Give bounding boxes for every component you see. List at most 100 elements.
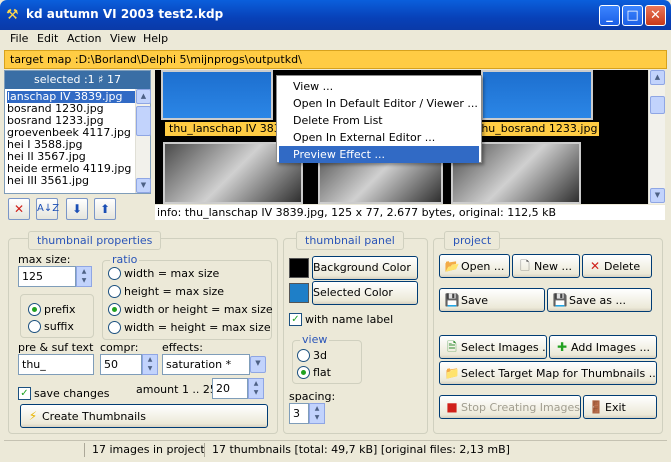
context-item-view[interactable]: View ... <box>279 78 479 95</box>
view-label: view <box>300 333 330 346</box>
view-flat-label: flat <box>313 366 331 379</box>
status-images-count: 17 images in project <box>92 443 205 456</box>
target-map-icon: 📁 <box>444 366 460 380</box>
compr-input[interactable]: 50 <box>100 354 142 375</box>
plus-icon: ✚ <box>556 340 568 354</box>
amount-input[interactable]: 20 <box>212 378 248 399</box>
pre-suf-input[interactable]: thu_ <box>18 354 94 375</box>
create-thumbnails-label: Create Thumbnails <box>42 410 146 423</box>
save-as-icon: 💾 <box>552 293 568 307</box>
preview-scrollbar[interactable]: ▲ ▼ <box>648 70 665 204</box>
exit-label: Exit <box>605 401 626 414</box>
create-thumbnails-button[interactable]: ⚡ Create Thumbnails <box>20 404 268 428</box>
select-target-map-label: Select Target Map for Thumbnails ... <box>461 367 657 380</box>
stop-label: Stop Creating Images <box>461 401 580 414</box>
save-button[interactable]: 💾 Save <box>439 288 545 312</box>
chevron-down-icon[interactable]: ▼ <box>250 356 266 373</box>
status-bar: 17 images in project 17 thumbnails [tota… <box>4 440 667 458</box>
thumbnail-properties-title: thumbnail properties <box>28 231 162 250</box>
scroll-down-icon[interactable]: ▼ <box>650 188 665 203</box>
status-divider <box>84 443 85 457</box>
exit-button[interactable]: 🚪 Exit <box>583 395 657 419</box>
title-bar[interactable]: ⚒ kd autumn VI 2003 test2.kdp _ □ ✕ <box>0 0 671 30</box>
selected-color-button[interactable]: Selected Color <box>312 281 418 305</box>
file-list[interactable]: selected :1 ♯ 17 lanschap IV 3839.jpg bo… <box>4 70 151 194</box>
minimize-button[interactable]: _ <box>599 5 620 26</box>
ratio-radio-width-equals-height[interactable] <box>108 321 121 334</box>
add-images-button[interactable]: ✚ Add Images ... <box>549 335 657 359</box>
max-size-stepper[interactable]: ▲ ▼ <box>76 266 92 287</box>
scroll-up-icon[interactable]: ▲ <box>650 70 665 85</box>
with-name-label-text: with name label <box>305 313 394 326</box>
scroll-up-icon[interactable]: ▲ <box>136 89 151 104</box>
new-button[interactable]: 🗋 New ... <box>512 254 580 278</box>
view-3d-radio[interactable] <box>297 349 310 362</box>
delete-button[interactable]: ✕ Delete <box>582 254 652 278</box>
move-down-icon[interactable]: ⬇ <box>66 198 88 220</box>
suffix-radio[interactable] <box>28 320 41 333</box>
move-up-icon[interactable]: ⬆ <box>94 198 116 220</box>
ratio-radio-width[interactable] <box>108 267 121 280</box>
project-title: project <box>444 231 501 250</box>
save-as-button[interactable]: 💾 Save as ... <box>547 288 652 312</box>
compr-stepper[interactable]: ▲ ▼ <box>142 354 158 375</box>
list-item[interactable]: hei II 3567.jpg <box>7 151 135 163</box>
menu-edit[interactable]: Edit <box>37 32 58 45</box>
prefix-label: prefix <box>44 303 76 316</box>
save-changes-label: save changes <box>34 387 110 400</box>
new-file-icon: 🗋 <box>520 259 530 273</box>
spacing-input[interactable]: 3 <box>289 403 309 424</box>
spacing-label: spacing: <box>289 390 336 403</box>
maximize-button[interactable]: □ <box>622 5 643 26</box>
open-label: Open ... <box>461 260 505 273</box>
list-item[interactable]: lanschap IV 3839.jpg <box>7 91 135 103</box>
file-list-scrollbar[interactable]: ▲ ▼ <box>135 89 151 193</box>
list-item[interactable]: groevenbeek 4117.jpg <box>7 127 135 139</box>
context-item-open-external[interactable]: Open In External Editor ... <box>279 129 479 146</box>
context-item-delete[interactable]: Delete From List <box>279 112 479 129</box>
list-item[interactable]: bosrand 1230.jpg <box>7 103 135 115</box>
context-item-open-default[interactable]: Open In Default Editor / Viewer ... <box>279 95 479 112</box>
ratio-radio-height[interactable] <box>108 285 121 298</box>
view-flat-radio[interactable] <box>297 366 310 379</box>
thumbnail-label: thu_lanschap IV 3839.jpg <box>165 122 277 136</box>
window-title: kd autumn VI 2003 test2.kdp <box>26 7 224 21</box>
menu-view[interactable]: View <box>110 32 136 45</box>
prefix-radio[interactable] <box>28 303 41 316</box>
thumbnail[interactable] <box>481 70 593 120</box>
ratio-radio-width-or-height[interactable] <box>108 303 121 316</box>
amount-stepper[interactable]: ▲ ▼ <box>248 378 264 399</box>
effects-label: effects: <box>162 341 203 354</box>
scroll-down-icon[interactable]: ▼ <box>136 178 151 193</box>
ratio-option-label: width = height = max size <box>124 321 271 334</box>
save-label: Save <box>461 294 489 307</box>
select-target-map-button[interactable]: 📁 Select Target Map for Thumbnails ... <box>439 361 657 385</box>
select-images-button[interactable]: 🗎 Select Images ... <box>439 335 547 359</box>
add-images-label: Add Images ... <box>571 341 650 354</box>
menu-file[interactable]: File <box>10 32 28 45</box>
list-item[interactable]: bosrand 1233.jpg <box>7 115 135 127</box>
context-item-preview-effect[interactable]: Preview Effect ... <box>279 146 479 163</box>
remove-icon[interactable]: ✕ <box>8 198 30 220</box>
menu-help[interactable]: Help <box>143 32 168 45</box>
scroll-thumb[interactable] <box>650 96 665 114</box>
list-item[interactable]: heide ermelo 4119.jpg <box>7 163 135 175</box>
status-divider <box>204 443 205 457</box>
selection-header: selected :1 ♯ 17 <box>5 71 150 89</box>
close-button[interactable]: ✕ <box>645 5 666 26</box>
list-item[interactable]: hei I 3588.jpg <box>7 139 135 151</box>
open-button[interactable]: 📂 Open ... <box>439 254 510 278</box>
menu-action[interactable]: Action <box>67 32 101 45</box>
effects-select[interactable]: saturation * <box>162 354 250 375</box>
spacing-stepper[interactable]: ▲ ▼ <box>309 403 325 424</box>
background-color-button[interactable]: Background Color <box>312 256 418 280</box>
list-item[interactable]: hei III 3561.jpg <box>7 175 135 187</box>
view-3d-label: 3d <box>313 349 327 362</box>
stop-creating-images-button[interactable]: ■ Stop Creating Images <box>439 395 581 419</box>
save-changes-checkbox[interactable]: ✓ <box>18 387 31 400</box>
thumbnail[interactable] <box>161 70 273 120</box>
sort-az-icon[interactable]: A↓Z <box>36 198 59 220</box>
with-name-label-checkbox[interactable]: ✓ <box>289 313 302 326</box>
scroll-thumb[interactable] <box>136 106 151 136</box>
max-size-input[interactable]: 125 <box>18 266 76 287</box>
